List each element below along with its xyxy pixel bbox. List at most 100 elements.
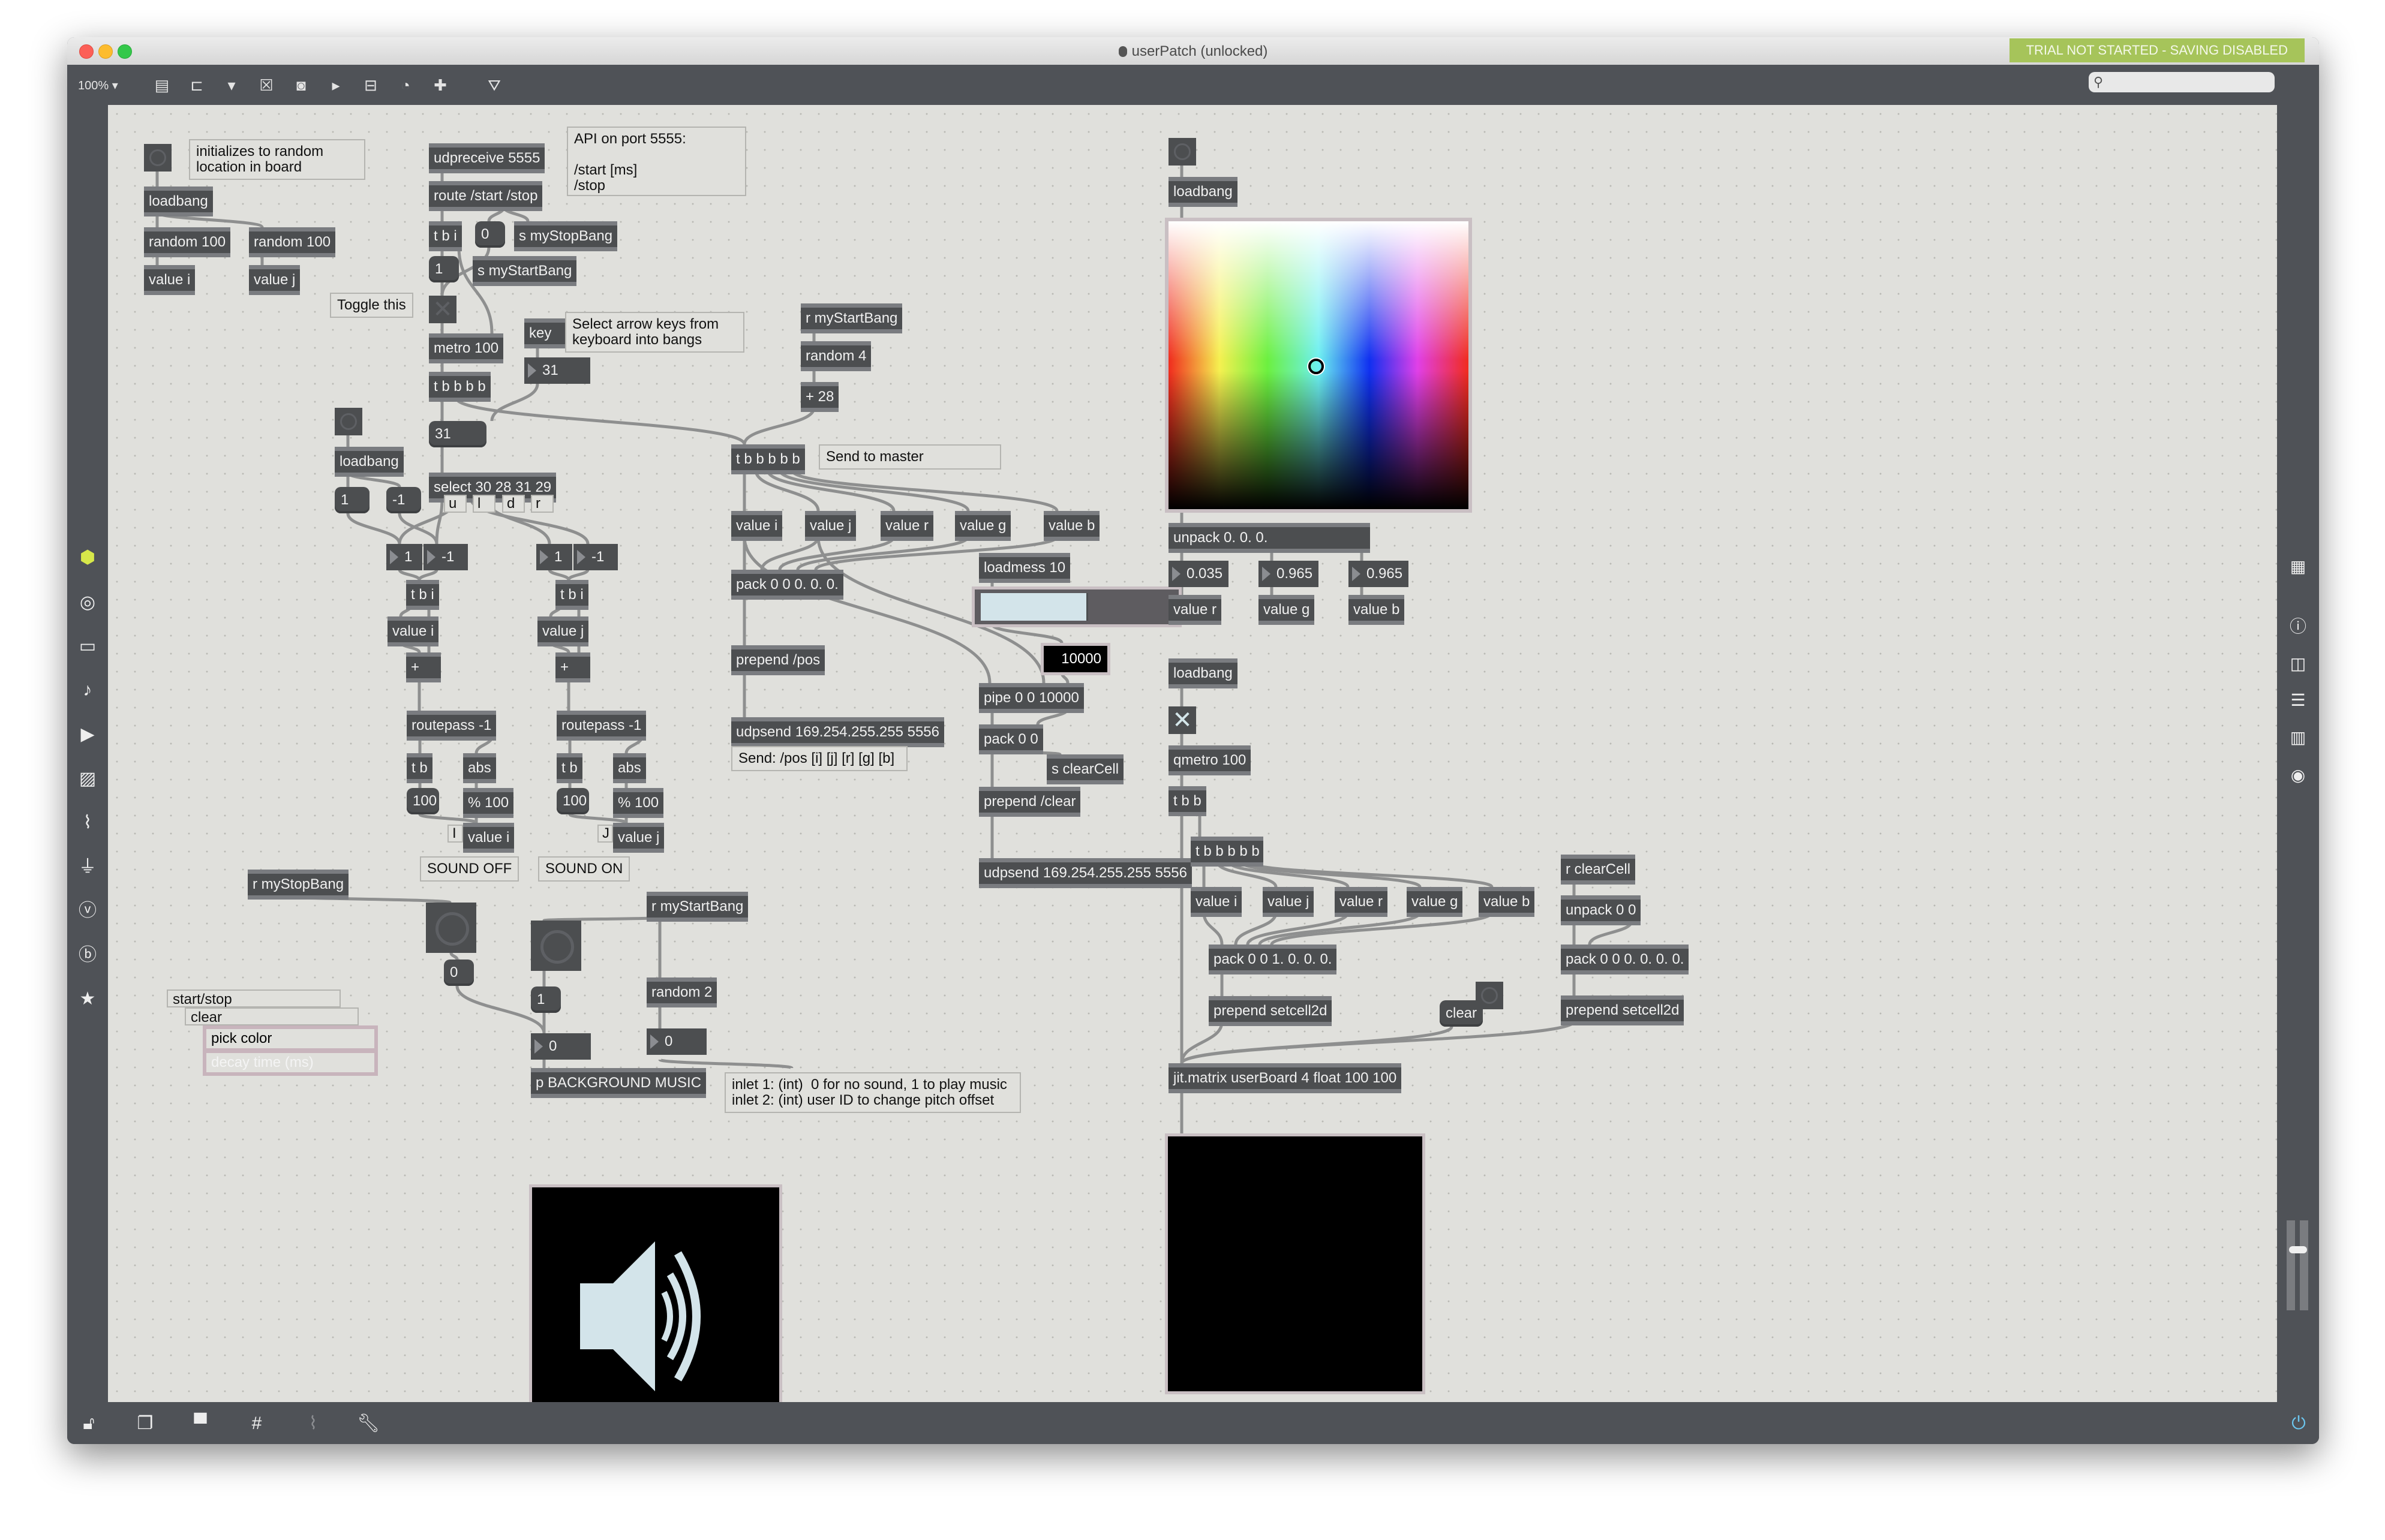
paint-bucket-icon[interactable]: ⛛: [485, 76, 504, 95]
send-object[interactable]: s myStartBang: [473, 256, 577, 286]
trigger-object[interactable]: t b: [407, 753, 432, 783]
book-icon[interactable]: ▥: [2286, 726, 2310, 750]
value-object[interactable]: value i: [463, 823, 515, 853]
patch-cord[interactable]: [778, 536, 896, 570]
pack-object[interactable]: pack 0 0 0. 0. 0.: [731, 570, 843, 600]
star-icon[interactable]: ★: [76, 987, 100, 1011]
patch-cord[interactable]: [346, 513, 401, 545]
button-icon[interactable]: ◙▼: [292, 76, 311, 112]
message-box[interactable]: -1: [386, 487, 421, 513]
value-object[interactable]: value j: [1263, 887, 1314, 917]
message-box[interactable]: 100: [407, 788, 439, 814]
value-object[interactable]: value g: [955, 511, 1011, 541]
loadbang-object[interactable]: loadbang: [335, 447, 404, 477]
loadmess-object[interactable]: loadmess 10: [979, 553, 1071, 583]
image-icon[interactable]: ▨: [76, 767, 100, 791]
value-object[interactable]: value j: [537, 616, 589, 646]
paperclip-icon[interactable]: ⌇: [76, 811, 100, 835]
plus-object[interactable]: + 28: [801, 382, 839, 412]
patch-canvas[interactable]: initializes to random location in board …: [108, 105, 2277, 1402]
random-number-box[interactable]: 0: [647, 1028, 707, 1055]
horizontal-slider[interactable]: [972, 586, 1182, 627]
sound-number-box[interactable]: 0: [531, 1033, 591, 1060]
trigger-object[interactable]: t b i: [555, 580, 588, 610]
receive-object[interactable]: r myStartBang: [647, 892, 749, 922]
jit-pwindow[interactable]: [1165, 1133, 1425, 1394]
number-box[interactable]: -1: [573, 544, 618, 570]
value-object[interactable]: value j: [613, 823, 665, 853]
random-object[interactable]: random 100: [249, 227, 336, 257]
patch-cord[interactable]: [796, 536, 970, 571]
pipe-object[interactable]: pipe 0 0 10000: [979, 683, 1084, 713]
number-box[interactable]: -1: [423, 544, 468, 570]
message-box[interactable]: 0: [444, 960, 474, 986]
loadbang-object[interactable]: loadbang: [144, 187, 213, 216]
clear-message-box[interactable]: clear: [1440, 1000, 1483, 1027]
patch-cord[interactable]: [1270, 912, 1494, 946]
split-view-icon[interactable]: ◫: [2286, 652, 2310, 676]
color-picker[interactable]: [1165, 218, 1472, 513]
add-icon[interactable]: ✚▼: [431, 76, 450, 112]
patch-cord[interactable]: [417, 569, 438, 580]
new-object-icon[interactable]: ▤: [152, 76, 172, 95]
patch-cord[interactable]: [760, 536, 820, 570]
circle-target-icon[interactable]: ◎: [76, 591, 100, 615]
patch-cord[interactable]: [1180, 1021, 1224, 1064]
trial-banner[interactable]: TRIAL NOT STARTED - SAVING DISABLED: [2009, 38, 2305, 62]
routepass-object[interactable]: routepass -1: [407, 711, 497, 741]
patch-cord[interactable]: [398, 569, 421, 581]
dial-icon[interactable]: ◔▼: [396, 76, 415, 112]
value-object[interactable]: value g: [1258, 595, 1315, 625]
subpatcher-object[interactable]: p BACKGROUND MUSIC: [531, 1068, 707, 1098]
pick-color-attrui[interactable]: pick color: [203, 1025, 378, 1052]
trigger-object[interactable]: t b b b b b: [1191, 837, 1263, 867]
loadbang-object[interactable]: loadbang: [1169, 658, 1237, 688]
stop-bang-button[interactable]: [426, 903, 476, 953]
value-object[interactable]: value i: [1191, 887, 1242, 917]
patch-cord[interactable]: [435, 498, 444, 545]
unpack-object[interactable]: unpack 0. 0. 0.: [1169, 523, 1370, 553]
patch-cord[interactable]: [1234, 912, 1278, 945]
patch-cord[interactable]: [449, 952, 459, 960]
patch-cord[interactable]: [1258, 912, 1422, 946]
pack-object[interactable]: pack 0 0: [979, 724, 1043, 754]
video-icon[interactable]: ▶: [76, 723, 100, 747]
message-box[interactable]: 31: [429, 421, 486, 447]
red-number-box[interactable]: 0.035: [1169, 561, 1228, 587]
unpack-object[interactable]: unpack 0 0: [1561, 895, 1641, 925]
trigger-object[interactable]: t b i: [406, 580, 439, 610]
trigger-object[interactable]: t b i: [429, 221, 462, 251]
patch-cord[interactable]: [567, 569, 590, 581]
receive-object[interactable]: r myStopBang: [248, 870, 349, 900]
number-box[interactable]: 1: [536, 544, 572, 570]
random-object[interactable]: random 2: [647, 977, 717, 1007]
qmetro-toggle[interactable]: ✕: [1169, 706, 1196, 734]
loadbang-object[interactable]: loadbang: [1169, 177, 1237, 207]
value-object[interactable]: value b: [1479, 887, 1535, 917]
patch-cord[interactable]: [1180, 1020, 1576, 1064]
trigger-object[interactable]: t b b b b b: [731, 444, 805, 474]
comment-icon[interactable]: ▾: [222, 76, 241, 95]
qmetro-object[interactable]: qmetro 100: [1169, 745, 1251, 775]
music-note-icon[interactable]: ♪: [76, 678, 100, 702]
power-icon[interactable]: ⏻: [2287, 1412, 2311, 1436]
package-cube-icon[interactable]: ⬢: [76, 546, 100, 570]
wrench-icon[interactable]: 🔧︎: [356, 1412, 380, 1436]
patch-cord[interactable]: [1240, 861, 1422, 889]
value-object[interactable]: value g: [1407, 887, 1463, 917]
color-picker-cursor[interactable]: [1308, 359, 1324, 374]
patch-cord[interactable]: [1180, 1025, 1453, 1064]
pack-object[interactable]: pack 0 0 1. 0. 0. 0.: [1209, 945, 1337, 974]
abs-object[interactable]: abs: [463, 753, 496, 783]
send-object[interactable]: s clearCell: [1047, 754, 1124, 784]
value-object[interactable]: value i: [388, 616, 439, 646]
presentation-icon[interactable]: ▀: [188, 1412, 212, 1436]
toggle-icon[interactable]: ☒: [257, 76, 276, 95]
patch-cord[interactable]: [548, 569, 570, 581]
prepend-object[interactable]: prepend /pos: [731, 645, 825, 675]
volume-slider[interactable]: [2289, 1246, 2307, 1253]
message-box[interactable]: 100: [557, 788, 589, 814]
patch-cord[interactable]: [766, 470, 896, 512]
routepass-object[interactable]: routepass -1: [557, 711, 647, 741]
grid-icon[interactable]: #: [245, 1412, 269, 1436]
